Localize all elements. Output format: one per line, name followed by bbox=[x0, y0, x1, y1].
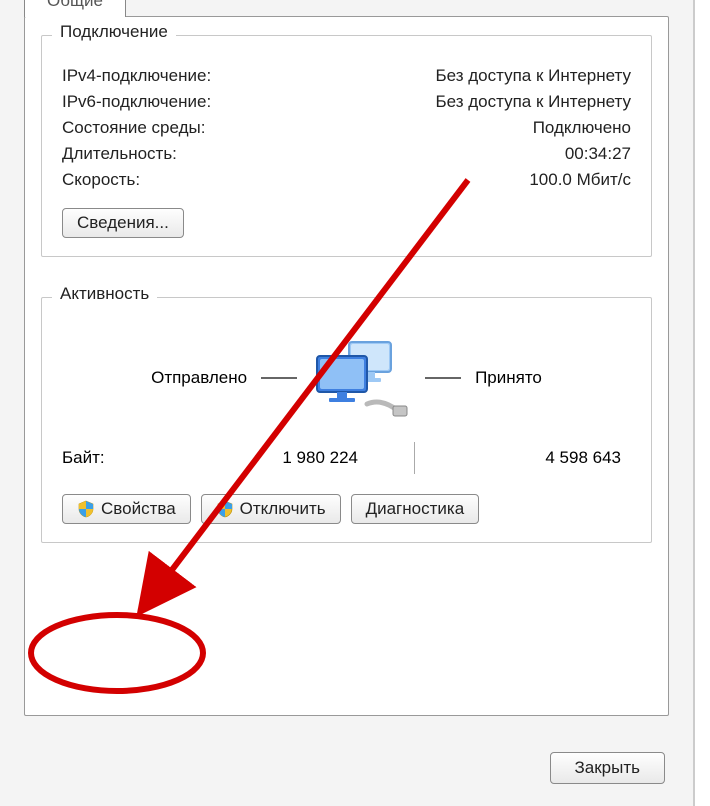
disable-button[interactable]: Отключить bbox=[201, 494, 341, 524]
group-connection: Подключение IPv4-подключение: Без доступ… bbox=[41, 35, 652, 257]
sent-label: Отправлено bbox=[151, 368, 247, 388]
shield-icon bbox=[77, 500, 95, 518]
value-duration: 00:34:27 bbox=[565, 144, 631, 164]
bytes-divider bbox=[414, 442, 415, 474]
tab-general-label: Общие bbox=[47, 0, 103, 10]
dash-right bbox=[425, 377, 461, 379]
value-ipv6: Без доступа к Интернету bbox=[435, 92, 631, 112]
details-button-label: Сведения... bbox=[77, 213, 169, 233]
row-speed: Скорость: 100.0 Мбит/с bbox=[62, 170, 631, 190]
activity-buttons: Свойства Отключить Диагно bbox=[62, 494, 631, 524]
value-media-state: Подключено bbox=[533, 118, 631, 138]
properties-button[interactable]: Свойства bbox=[62, 494, 191, 524]
label-ipv4: IPv4-подключение: bbox=[62, 66, 211, 86]
row-duration: Длительность: 00:34:27 bbox=[62, 144, 631, 164]
label-media-state: Состояние среды: bbox=[62, 118, 205, 138]
row-ipv6: IPv6-подключение: Без доступа к Интернет… bbox=[62, 92, 631, 112]
bytes-label: Байт: bbox=[62, 448, 172, 468]
connection-status-dialog: Общие Подключение IPv4-подключение: Без … bbox=[0, 0, 695, 806]
dash-left bbox=[261, 377, 297, 379]
disable-button-label: Отключить bbox=[240, 499, 326, 519]
shield-icon bbox=[216, 500, 234, 518]
received-label: Принято bbox=[475, 368, 542, 388]
close-button-label: Закрыть bbox=[575, 758, 640, 778]
group-activity: Активность Отправлено bbox=[41, 297, 652, 543]
bytes-row: Байт: 1 980 224 4 598 643 bbox=[62, 442, 631, 474]
close-button[interactable]: Закрыть bbox=[550, 752, 665, 784]
diagnose-button-label: Диагностика bbox=[366, 499, 465, 519]
tab-panel: Подключение IPv4-подключение: Без доступ… bbox=[24, 16, 669, 716]
label-speed: Скорость: bbox=[62, 170, 140, 190]
diagnose-button[interactable]: Диагностика bbox=[351, 494, 480, 524]
network-computers-icon bbox=[311, 338, 411, 418]
group-connection-title: Подключение bbox=[52, 22, 176, 42]
details-button[interactable]: Сведения... bbox=[62, 208, 184, 238]
bytes-received-value: 4 598 643 bbox=[435, 448, 631, 468]
label-duration: Длительность: bbox=[62, 144, 177, 164]
row-ipv4: IPv4-подключение: Без доступа к Интернет… bbox=[62, 66, 631, 86]
value-ipv4: Без доступа к Интернету bbox=[435, 66, 631, 86]
value-speed: 100.0 Мбит/с bbox=[529, 170, 631, 190]
tab-general[interactable]: Общие bbox=[24, 0, 126, 17]
row-media-state: Состояние среды: Подключено bbox=[62, 118, 631, 138]
group-activity-title: Активность bbox=[52, 284, 157, 304]
label-ipv6: IPv6-подключение: bbox=[62, 92, 211, 112]
properties-button-label: Свойства bbox=[101, 499, 176, 519]
bytes-sent-value: 1 980 224 bbox=[172, 448, 394, 468]
activity-header-row: Отправлено bbox=[62, 338, 631, 418]
